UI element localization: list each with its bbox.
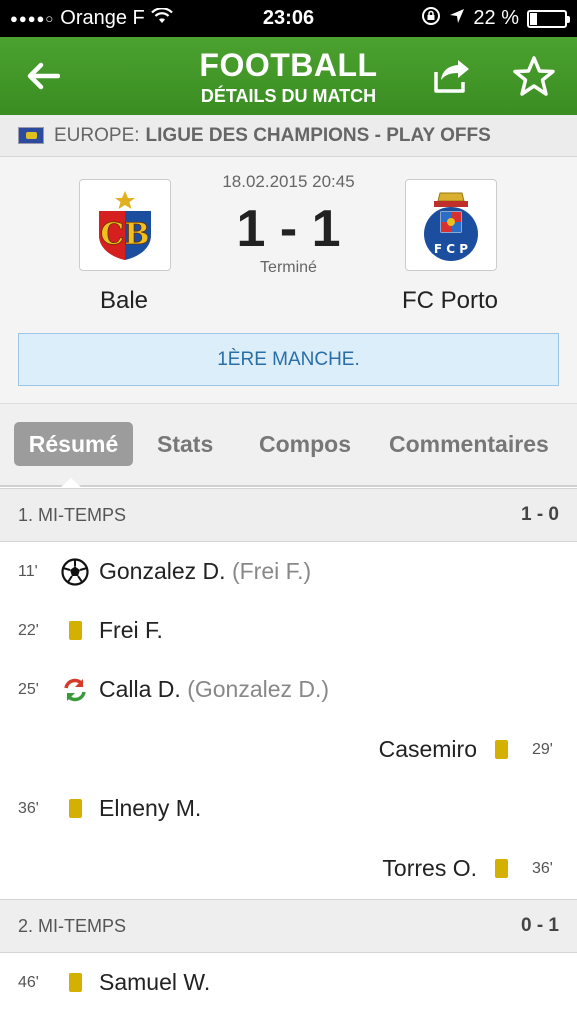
event-minute: 25' xyxy=(18,680,39,698)
event-player: Torres O. xyxy=(382,855,477,881)
match-summary: CB Bale 18.02.2015 20:45 1 - 1 Terminé F… xyxy=(0,157,577,403)
event-minute: 22' xyxy=(18,621,39,639)
svg-text:F C P: F C P xyxy=(434,242,468,256)
yellow-card-icon xyxy=(60,794,90,824)
yellow-card-icon xyxy=(486,854,516,884)
event-player: Frei F. xyxy=(99,617,163,643)
player-name: Calla D. xyxy=(99,676,181,702)
porto-crest-icon: F C P xyxy=(424,192,478,261)
yellow-card-icon xyxy=(60,968,90,998)
tab-stats[interactable]: Stats xyxy=(157,422,213,466)
event-minute: 36' xyxy=(532,859,553,877)
soccer-ball-icon xyxy=(60,557,90,587)
player-name: Gonzalez D. xyxy=(99,558,226,584)
substitution-icon xyxy=(60,675,90,705)
header-title: FOOTBALL xyxy=(199,47,378,83)
share-button[interactable] xyxy=(427,51,477,101)
favorite-button[interactable] xyxy=(509,51,559,101)
home-team-name[interactable]: Bale xyxy=(24,287,224,315)
period-label: 2. MI-TEMPS xyxy=(18,915,127,936)
event-player: Casemiro xyxy=(378,736,477,762)
status-bar: ●●●●○ Orange F 23:06 22 % xyxy=(0,0,577,37)
status-left: ●●●●○ Orange F xyxy=(10,7,173,30)
yellow-card-icon xyxy=(60,616,90,646)
event-minute: 36' xyxy=(18,799,39,817)
location-arrow-icon xyxy=(449,7,465,30)
star-icon xyxy=(513,56,555,96)
battery-level xyxy=(530,12,537,25)
europe-flag-icon xyxy=(18,127,44,144)
period-header-second-half: 2. MI-TEMPS 0 - 1 xyxy=(0,899,577,953)
period-score: 0 - 1 xyxy=(520,915,559,936)
battery-percent: 22 % xyxy=(473,7,519,29)
round-info: 1ÈRE MANCHE. xyxy=(18,333,559,386)
battery-icon xyxy=(527,9,570,28)
yellow-card-icon xyxy=(486,735,516,765)
event-player: Elneny M. xyxy=(99,795,202,821)
event-minute: 11' xyxy=(18,562,38,580)
away-team-logo[interactable]: F C P xyxy=(405,179,497,271)
app-header: FOOTBALL DÉTAILS DU MATCH xyxy=(0,37,577,115)
tab-bar: Résumé Stats Compos Commentaires xyxy=(0,403,577,488)
event-player: Gonzalez D. (Frei F.) xyxy=(99,558,311,585)
assist-name: (Frei F.) xyxy=(231,558,312,584)
header-subtitle: DÉTAILS DU MATCH xyxy=(200,86,377,106)
event-row[interactable]: Torres O. 36' xyxy=(0,839,577,898)
wifi-icon xyxy=(150,7,173,30)
event-minute: 29' xyxy=(532,740,553,758)
carrier-name: Orange F xyxy=(60,7,145,29)
event-player: Calla D. (Gonzalez D.) xyxy=(99,676,329,703)
event-minute: 46' xyxy=(18,973,39,991)
event-row[interactable]: 25' Calla D. (Gonzalez D.) xyxy=(0,660,577,719)
away-team-name[interactable]: FC Porto xyxy=(350,287,550,315)
tab-compos[interactable]: Compos xyxy=(259,422,351,466)
tab-commentaires[interactable]: Commentaires xyxy=(389,422,549,466)
rotation-lock-icon xyxy=(421,6,441,32)
tab-resume[interactable]: Résumé xyxy=(14,422,133,466)
substituted-player-name: (Gonzalez D.) xyxy=(187,676,330,702)
status-right: 22 % xyxy=(421,6,570,32)
event-row[interactable]: 46' Samuel W. xyxy=(0,953,577,1012)
event-row[interactable]: 11' Gonzalez D. (Frei F.) xyxy=(0,542,577,601)
share-icon xyxy=(434,60,469,93)
period-score: 1 - 0 xyxy=(520,504,559,525)
event-row[interactable]: Casemiro 29' xyxy=(0,720,577,779)
signal-strength-icon: ●●●●○ xyxy=(10,11,55,26)
period-label: 1. MI-TEMPS xyxy=(18,504,127,525)
event-row[interactable]: 36' Elneny M. xyxy=(0,779,577,838)
period-header-first-half: 1. MI-TEMPS 1 - 0 xyxy=(0,488,577,542)
competition-bar[interactable]: EUROPE: LIGUE DES CHAMPIONS - PLAY OFFS xyxy=(0,115,577,157)
event-row[interactable]: 22' Frei F. xyxy=(0,601,577,660)
active-tab-pointer xyxy=(60,478,82,488)
competition-region: EUROPE: xyxy=(54,124,140,146)
event-player: Samuel W. xyxy=(99,969,211,995)
competition-name: LIGUE DES CHAMPIONS - PLAY OFFS xyxy=(145,124,491,146)
